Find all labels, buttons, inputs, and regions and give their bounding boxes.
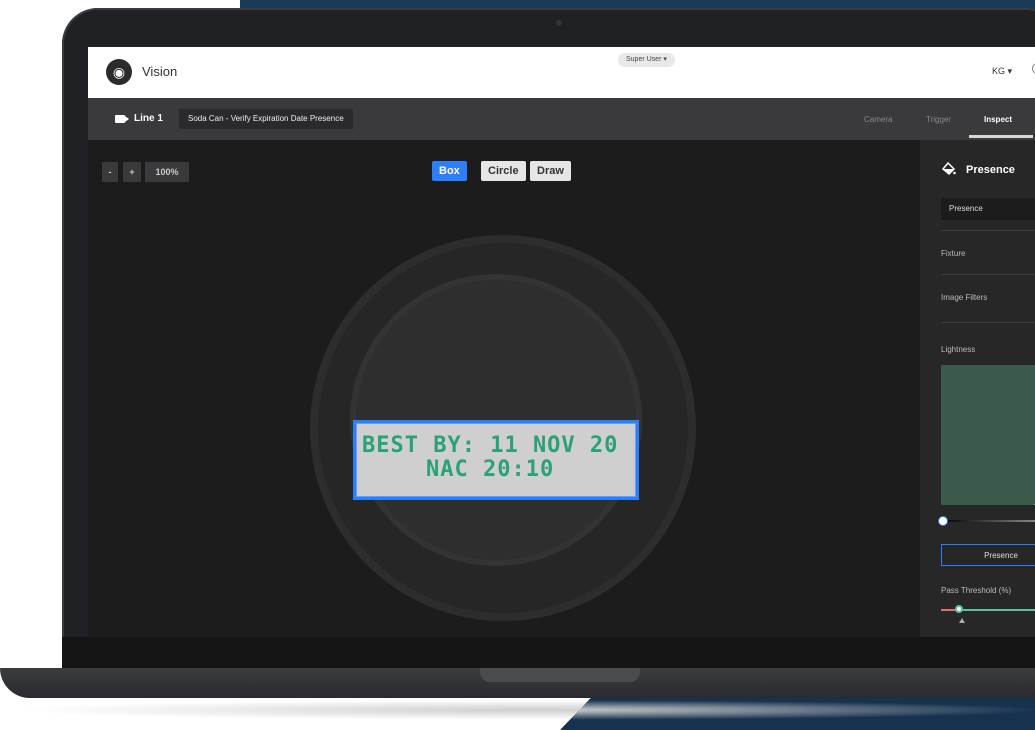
image-filters-section[interactable]: Image Filters xyxy=(941,293,987,302)
divider xyxy=(941,322,1035,323)
active-tab-indicator xyxy=(969,135,1033,138)
divider xyxy=(941,230,1035,231)
roi-box-button[interactable]: Box xyxy=(432,161,467,181)
panel-title: Presence xyxy=(966,164,1015,176)
pass-threshold-fail-range xyxy=(941,609,955,611)
laptop-shadow xyxy=(10,700,1035,720)
line-label[interactable]: Line 1 xyxy=(134,113,163,124)
tool-select[interactable]: Presence xyxy=(941,198,1035,220)
app-header: ◉ Vision Super User ▾ KG ▾ xyxy=(88,47,1035,98)
video-camera-icon xyxy=(115,115,129,123)
pass-threshold-label: Pass Threshold (%) xyxy=(941,586,1012,595)
inspect-panel: Presence Presence Fixture Image Filters … xyxy=(920,140,1035,637)
zoom-in-button[interactable]: + xyxy=(123,162,141,182)
presence-button[interactable]: Presence xyxy=(941,544,1035,566)
laptop-notch xyxy=(480,668,640,682)
histogram-bars xyxy=(1013,504,1035,505)
user-menu[interactable]: KG ▾ xyxy=(992,66,1012,77)
roi-expiration-text: BEST BY: 11 NOV 20 xyxy=(362,433,619,458)
lightness-label: Lightness xyxy=(941,345,976,354)
roi-box[interactable]: BEST BY: 11 NOV 20 NAC 20:10 xyxy=(353,420,639,500)
zoom-out-button[interactable]: - xyxy=(102,162,118,182)
job-name[interactable]: Soda Can - Verify Expiration Date Presen… xyxy=(179,109,353,129)
tab-camera[interactable]: Camera xyxy=(864,115,892,124)
pass-threshold-handle[interactable] xyxy=(955,605,963,613)
laptop-camera xyxy=(556,20,562,26)
tab-inspect[interactable]: Inspect xyxy=(984,115,1012,124)
roi-code-text: NAC 20:10 xyxy=(426,457,555,482)
zoom-level: 100% xyxy=(145,162,189,182)
lightness-histogram xyxy=(941,365,1035,505)
divider xyxy=(941,274,1035,275)
roi-circle-button[interactable]: Circle xyxy=(481,161,526,181)
image-canvas[interactable]: - + 100% Box Circle Draw BEST BY: 11 NOV… xyxy=(88,140,920,637)
lightness-slider[interactable] xyxy=(941,520,1035,522)
app-screen: ◉ Vision Super User ▾ KG ▾ Line 1 Soda C… xyxy=(88,47,1035,637)
laptop-bezel xyxy=(62,637,1035,671)
paint-bucket-icon xyxy=(942,162,956,176)
app-name: Vision xyxy=(142,64,178,79)
roi-draw-button[interactable]: Draw xyxy=(530,161,571,181)
fixture-section[interactable]: Fixture xyxy=(941,249,965,258)
tab-trigger[interactable]: Trigger xyxy=(926,115,951,124)
line-toolbar: Line 1 Soda Can - Verify Expiration Date… xyxy=(88,98,1035,140)
role-dropdown[interactable]: Super User ▾ xyxy=(618,53,675,67)
threshold-marker-icon xyxy=(959,618,965,623)
owl-logo-icon[interactable]: ◉ xyxy=(106,59,132,85)
lightness-slider-handle[interactable] xyxy=(938,516,948,526)
